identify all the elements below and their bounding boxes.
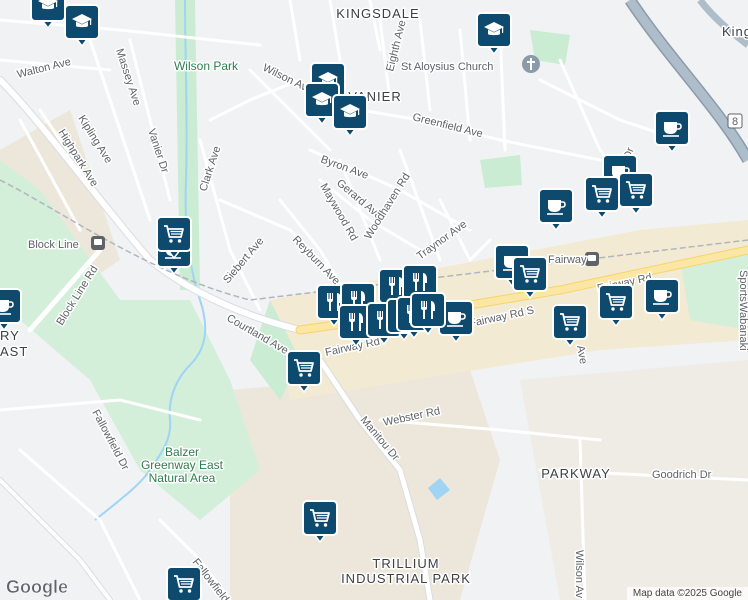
street-label: Goodrich Dr: [652, 469, 712, 481]
restaurant-marker[interactable]: [410, 292, 446, 336]
area-label: KINGSDALE: [336, 6, 419, 21]
cafe-marker[interactable]: [538, 188, 574, 232]
map-attribution[interactable]: Map data ©2025 Google: [626, 587, 748, 600]
church-label: St Aloysius Church: [401, 61, 493, 73]
grocery-marker[interactable]: [552, 304, 588, 348]
area-label: TRILLIUM: [372, 556, 439, 571]
park-area: [480, 155, 522, 188]
station-label: Fairway: [548, 254, 587, 266]
area-label: PARKWAY: [541, 466, 611, 481]
area-label: AST: [0, 344, 28, 359]
google-logo: Google: [6, 577, 69, 598]
street-label: Vanier Dr: [145, 127, 171, 174]
street-label: Byron Ave: [319, 154, 370, 182]
street-label: Wabanaki: [737, 302, 748, 351]
transit-station-icon[interactable]: [585, 252, 599, 266]
map-canvas[interactable]: 8 KINGSDALE VANIER PARKWAY TRILLIUM INDU…: [0, 0, 748, 600]
cafe-marker[interactable]: [654, 110, 690, 154]
station-label: Block Line: [28, 239, 79, 251]
grocery-marker[interactable]: [598, 284, 634, 328]
street-label: Walton Ave: [16, 56, 72, 81]
grocery-marker[interactable]: [618, 172, 654, 216]
school-marker[interactable]: [64, 4, 100, 48]
park-label: Natural Area: [149, 471, 216, 485]
area-label: INDUSTRIAL PARK: [341, 571, 471, 586]
school-marker[interactable]: [476, 12, 512, 56]
street-label: Ave: [574, 344, 589, 365]
cafe-marker[interactable]: [0, 288, 22, 332]
grocery-marker[interactable]: [286, 350, 322, 394]
grocery-marker[interactable]: [156, 216, 192, 260]
street-label: Reyburn Ave: [290, 234, 342, 288]
park-label: Balzer: [165, 445, 199, 459]
area-label: King: [722, 24, 748, 39]
street-label: Wilson Av: [573, 550, 585, 599]
transit-station-icon[interactable]: [91, 236, 105, 250]
grocery-marker[interactable]: [302, 500, 338, 544]
park-label: Greenway East: [141, 458, 224, 472]
grocery-marker[interactable]: [584, 176, 620, 220]
street-label: Clark Ave: [197, 145, 223, 193]
grocery-marker[interactable]: [512, 256, 548, 300]
highway-8-label: 8: [732, 116, 738, 128]
park-label: Wilson Park: [174, 59, 239, 73]
industrial-area: [230, 370, 500, 600]
street-label: Greenfield Ave: [411, 111, 484, 140]
grocery-marker[interactable]: [166, 566, 202, 600]
church-icon[interactable]: [522, 55, 540, 73]
school-marker[interactable]: [332, 94, 368, 138]
area-label: RY: [0, 328, 20, 343]
cafe-marker[interactable]: [644, 278, 680, 322]
